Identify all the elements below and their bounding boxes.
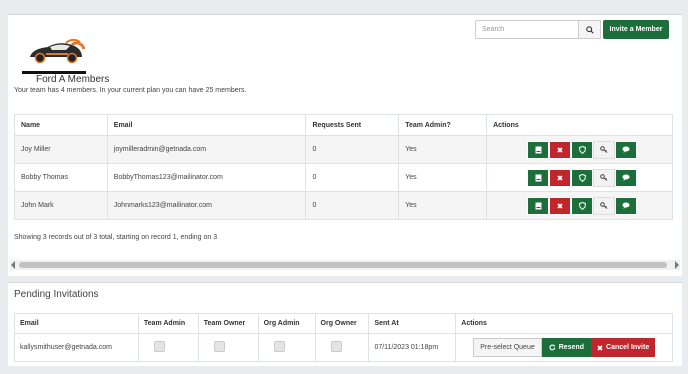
team-title: Ford A Members	[36, 74, 110, 85]
document-icon	[535, 202, 542, 209]
team-members-panel: Invite a Member Ford A Members Your team…	[8, 14, 682, 276]
x-icon	[557, 174, 563, 181]
column-header-team-admin[interactable]: Team Admin?	[398, 114, 488, 136]
search-icon	[585, 25, 594, 34]
remove-member-button[interactable]	[549, 168, 572, 187]
table-header-row: Name Email Requests Sent Team Admin? Act…	[14, 114, 673, 136]
column-header-org-owner: Org Owner	[314, 313, 370, 334]
x-icon	[557, 202, 563, 209]
permissions-button[interactable]	[593, 168, 616, 187]
x-icon	[597, 344, 603, 351]
member-actions	[486, 191, 673, 220]
chat-icon	[622, 146, 630, 153]
member-email: joymilleradmin@getnada.com	[106, 135, 307, 164]
key-icon	[600, 146, 608, 153]
member-requests-sent: 0	[305, 163, 400, 192]
records-summary: Showing 3 records out of 3 total, starti…	[14, 234, 218, 241]
resend-label: Resend	[558, 344, 585, 351]
chat-icon	[622, 202, 630, 209]
search-button[interactable]	[579, 20, 601, 39]
shield-icon	[578, 173, 586, 182]
invite-member-button[interactable]: Invite a Member	[603, 20, 669, 39]
shield-icon	[578, 145, 586, 154]
team-logo	[30, 38, 86, 64]
document-icon	[535, 174, 542, 181]
org-admin-checkbox[interactable]	[273, 341, 285, 352]
permissions-button[interactable]	[593, 196, 616, 215]
column-header-sent-at: Sent At	[368, 313, 457, 334]
column-header-org-admin: Org Admin	[257, 313, 316, 334]
search-group	[475, 20, 601, 39]
team-admin-cell	[137, 333, 199, 362]
toggle-admin-button[interactable]	[571, 168, 594, 187]
member-name: Joy Miller	[14, 135, 108, 164]
members-table: Name Email Requests Sent Team Admin? Act…	[14, 114, 673, 220]
cancel-invite-button[interactable]: Cancel Invite	[591, 338, 656, 357]
key-icon	[600, 202, 608, 209]
column-header-email[interactable]: Email	[106, 114, 307, 136]
document-icon	[535, 146, 542, 153]
scrollbar-thumb[interactable]	[19, 262, 667, 268]
column-header-team-owner: Team Owner	[197, 313, 259, 334]
column-header-name[interactable]: Name	[14, 114, 108, 136]
member-requests-sent: 0	[305, 191, 400, 220]
invite-actions: Pre-select Queue Resend Cancel Invite	[455, 333, 673, 362]
scroll-left-icon[interactable]	[11, 261, 15, 269]
key-icon	[600, 174, 608, 181]
pending-invitations-panel: Pending Invitations Email Team Admin Tea…	[8, 282, 682, 366]
member-actions	[486, 135, 673, 164]
permissions-button[interactable]	[593, 140, 616, 159]
member-team-admin: Yes	[398, 191, 488, 220]
column-header-email: Email	[14, 313, 139, 334]
message-member-button[interactable]	[615, 196, 638, 215]
column-header-actions: Actions	[455, 313, 673, 334]
message-member-button[interactable]	[615, 168, 638, 187]
member-name: Bobby Thomas	[14, 163, 108, 192]
message-member-button[interactable]	[615, 140, 638, 159]
member-requests-sent: 0	[305, 135, 400, 164]
member-name: John Mark	[14, 191, 108, 220]
column-header-requests-sent[interactable]: Requests Sent	[305, 114, 400, 136]
member-team-admin: Yes	[398, 163, 488, 192]
team-member-summary: Your team has 4 members. In your current…	[14, 87, 247, 94]
table-header-row: Email Team Admin Team Owner Org Admin Or…	[14, 313, 673, 334]
table-row: Joy Miller joymilleradmin@getnada.com 0 …	[14, 135, 673, 164]
view-member-button[interactable]	[527, 140, 550, 159]
resend-button[interactable]: Resend	[541, 338, 592, 357]
team-admin-checkbox[interactable]	[153, 341, 165, 352]
chat-icon	[622, 174, 630, 181]
toggle-admin-button[interactable]	[571, 140, 594, 159]
team-owner-cell	[197, 333, 259, 362]
preselect-queue-button[interactable]: Pre-select Queue	[473, 338, 542, 357]
column-header-team-admin: Team Admin	[137, 313, 199, 334]
search-input[interactable]	[475, 20, 579, 39]
column-header-actions: Actions	[486, 114, 673, 136]
remove-member-button[interactable]	[549, 140, 572, 159]
scroll-right-icon[interactable]	[675, 261, 679, 269]
invite-email: kallysmithuser@getnada.com	[14, 333, 139, 362]
org-owner-checkbox[interactable]	[330, 341, 342, 352]
view-member-button[interactable]	[527, 168, 550, 187]
pending-invitations-title: Pending Invitations	[14, 289, 99, 300]
x-icon	[557, 146, 563, 153]
pending-invitations-table: Email Team Admin Team Owner Org Admin Or…	[14, 313, 673, 362]
member-email: BobbyThomas123@mailinator.com	[106, 163, 307, 192]
toggle-admin-button[interactable]	[571, 196, 594, 215]
refresh-icon	[549, 344, 556, 351]
org-owner-cell	[314, 333, 370, 362]
member-team-admin: Yes	[398, 135, 488, 164]
table-row: Bobby Thomas BobbyThomas123@mailinator.c…	[14, 163, 673, 192]
member-email: Johnmarks123@mailinator.com	[106, 191, 307, 220]
shield-icon	[578, 201, 586, 210]
view-member-button[interactable]	[527, 196, 550, 215]
member-actions	[486, 163, 673, 192]
team-owner-checkbox[interactable]	[213, 341, 225, 352]
table-row: John Mark Johnmarks123@mailinator.com 0 …	[14, 191, 673, 220]
table-row: kallysmithuser@getnada.com 07/11/2023 01…	[14, 333, 673, 362]
horizontal-scrollbar[interactable]	[10, 260, 680, 270]
org-admin-cell	[257, 333, 316, 362]
invite-sent-at: 07/11/2023 01:18pm	[368, 333, 457, 362]
remove-member-button[interactable]	[549, 196, 572, 215]
cancel-invite-label: Cancel Invite	[606, 344, 650, 351]
